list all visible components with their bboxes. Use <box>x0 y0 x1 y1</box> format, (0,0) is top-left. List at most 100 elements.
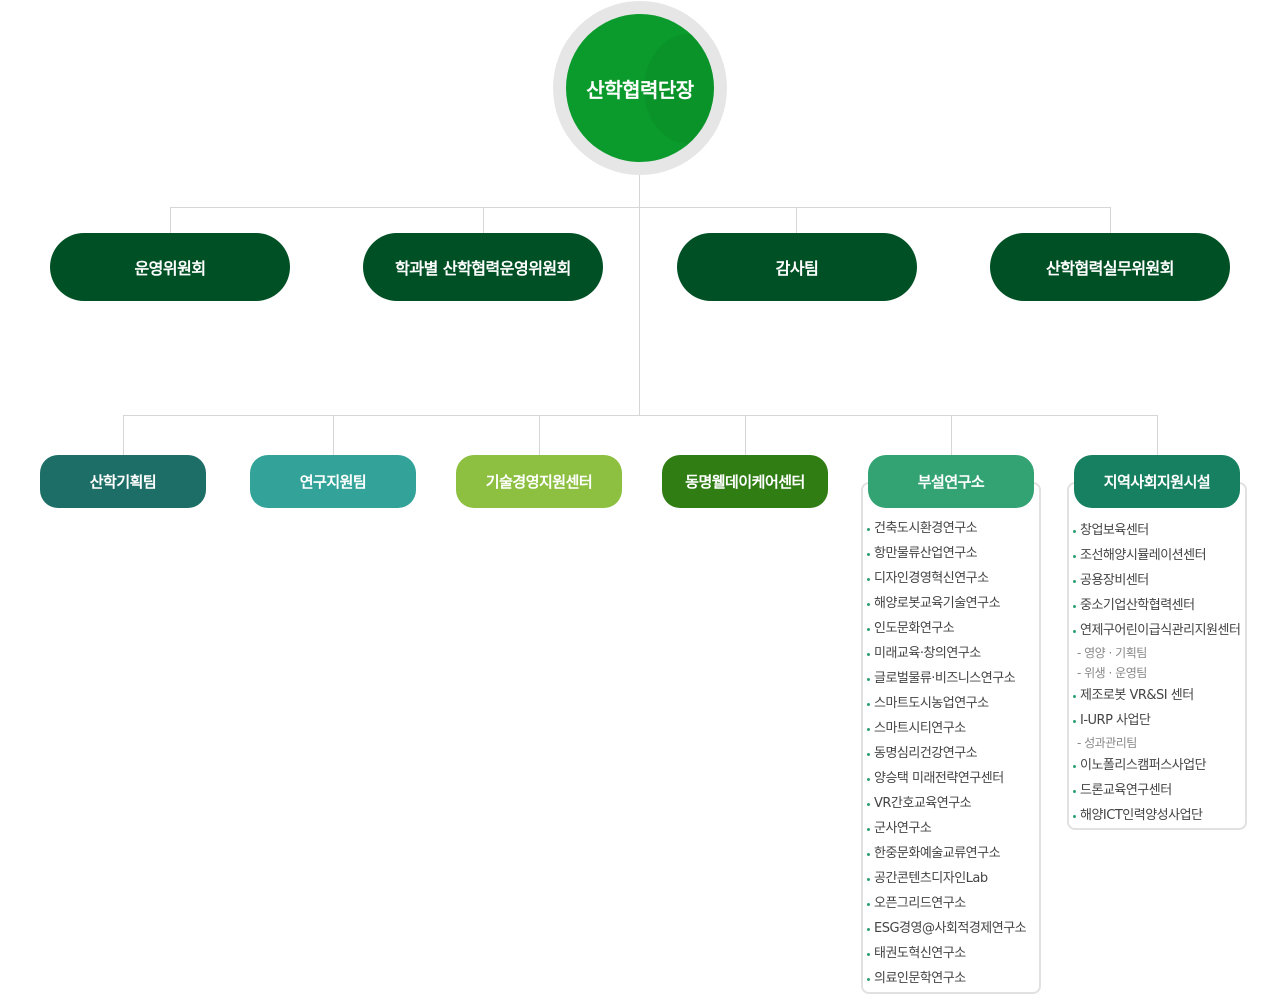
bullet-icon <box>867 678 870 681</box>
institute-label: 양승택 미래전략연구센터 <box>874 771 1004 786</box>
institute-label: 글로벌물류·비즈니스연구소 <box>874 671 1016 686</box>
institute-label: VR간호교육연구소 <box>874 796 972 811</box>
node-planning-team: 산학기획팀 <box>40 455 206 508</box>
institute-label: 건축도시환경연구소 <box>874 521 978 536</box>
facility-item: 이노폴리스캠퍼스사업단 <box>1069 753 1245 778</box>
bullet-icon <box>867 528 870 531</box>
bullet-icon <box>867 878 870 881</box>
institute-label: 항만물류산업연구소 <box>874 546 978 561</box>
institute-item: 스마트도시농업연구소 <box>863 691 1039 716</box>
bullet-icon <box>867 803 870 806</box>
institute-item: 오픈그리드연구소 <box>863 891 1039 916</box>
institute-label: 한중문화예술교류연구소 <box>874 846 1001 861</box>
connector-level1-drop-1 <box>170 207 171 234</box>
institute-item: ESG경영@사회적경제연구소 <box>863 916 1039 941</box>
bullet-icon <box>1073 790 1076 793</box>
institute-item: 군사연구소 <box>863 816 1039 841</box>
institute-label: 인도문화연구소 <box>874 621 955 636</box>
institutes-panel: 건축도시환경연구소항만물류산업연구소디자인경영혁신연구소해양로봇교육기술연구소인… <box>861 482 1041 994</box>
institute-item: 해양로봇교육기술연구소 <box>863 591 1039 616</box>
bullet-icon <box>867 903 870 906</box>
connector-level1-drop-2 <box>483 207 484 234</box>
bullet-icon <box>867 828 870 831</box>
institute-item: 태권도혁신연구소 <box>863 941 1039 966</box>
bullet-icon <box>1073 815 1076 818</box>
institute-item: 글로벌물류·비즈니스연구소 <box>863 666 1039 691</box>
facility-label: 공용장비센터 <box>1080 573 1149 588</box>
institute-label: 스마트도시농업연구소 <box>874 696 989 711</box>
facility-subitem: - 위생 · 운영팀 <box>1077 666 1147 680</box>
facility-item: 제조로봇 VR&SI 센터 <box>1069 683 1245 708</box>
institute-item: 디자인경영혁신연구소 <box>863 566 1039 591</box>
bullet-icon <box>1073 630 1076 633</box>
bullet-icon <box>867 578 870 581</box>
node-affiliated-institutes: 부설연구소 <box>868 455 1034 508</box>
node-research-support-team: 연구지원팀 <box>250 455 416 508</box>
facility-subitem: - 성과관리팀 <box>1077 736 1137 750</box>
institute-item: 인도문화연구소 <box>863 616 1039 641</box>
facilities-panel: 창업보육센터조선해양시뮬레이션센터공용장비센터중소기업산학협력센터연제구어린이급… <box>1067 482 1247 830</box>
institutes-list: 건축도시환경연구소항만물류산업연구소디자인경영혁신연구소해양로봇교육기술연구소인… <box>863 516 1039 991</box>
facility-label: 연제구어린이급식관리지원센터 <box>1080 623 1241 638</box>
connector-level2-drop-1 <box>123 415 124 455</box>
connector-level1-bar <box>170 207 1111 208</box>
facility-label: 제조로봇 VR&SI 센터 <box>1080 688 1194 703</box>
facility-item: 공용장비센터 <box>1069 568 1245 593</box>
committee-operation: 운영위원회 <box>50 233 290 301</box>
connector-level2-drop-2 <box>333 415 334 455</box>
facility-item: 중소기업산학협력센터 <box>1069 593 1245 618</box>
connector-level2-drop-5 <box>951 415 952 455</box>
institute-item: 건축도시환경연구소 <box>863 516 1039 541</box>
institute-label: 태권도혁신연구소 <box>874 946 966 961</box>
facility-label: I-URP 사업단 <box>1080 713 1151 728</box>
institute-item: 한중문화예술교류연구소 <box>863 841 1039 866</box>
institute-label: 스마트시티연구소 <box>874 721 966 736</box>
bullet-icon <box>867 953 870 956</box>
connector-level1-drop-4 <box>1110 207 1111 234</box>
bullet-icon <box>1073 765 1076 768</box>
bullet-icon <box>867 928 870 931</box>
facility-item: 조선해양시뮬레이션센터 <box>1069 543 1245 568</box>
institute-item: 공간콘텐츠디자인Lab <box>863 866 1039 891</box>
institute-label: 오픈그리드연구소 <box>874 896 966 911</box>
bullet-icon <box>1073 555 1076 558</box>
institute-item: 항만물류산업연구소 <box>863 541 1039 566</box>
facility-label: 해양ICT인력양성사업단 <box>1080 808 1203 823</box>
institute-item: 의료인문학연구소 <box>863 966 1039 991</box>
facility-label: 조선해양시뮬레이션센터 <box>1080 548 1207 563</box>
bullet-icon <box>867 728 870 731</box>
institute-label: 디자인경영혁신연구소 <box>874 571 989 586</box>
facility-label: 창업보육센터 <box>1080 523 1149 538</box>
institute-item: 동명심리건강연구소 <box>863 741 1039 766</box>
facility-item: 드론교육연구센터 <box>1069 778 1245 803</box>
bullet-icon <box>1073 720 1076 723</box>
facility-label: 드론교육연구센터 <box>1080 783 1172 798</box>
bullet-icon <box>867 628 870 631</box>
institute-label: 동명심리건강연구소 <box>874 746 978 761</box>
connector-level1-drop-3 <box>796 207 797 234</box>
facility-label: 이노폴리스캠퍼스사업단 <box>1080 758 1207 773</box>
facilities-list: 창업보육센터조선해양시뮬레이션센터공용장비센터중소기업산학협력센터연제구어린이급… <box>1069 518 1245 828</box>
connector-head-down <box>639 175 640 415</box>
bullet-icon <box>867 853 870 856</box>
audit-team: 감사팀 <box>677 233 917 301</box>
facility-item: I-URP 사업단 <box>1069 708 1245 733</box>
bullet-icon <box>867 603 870 606</box>
facility-label: 중소기업산학협력센터 <box>1080 598 1195 613</box>
node-daycare-center: 동명웰데이케어센터 <box>662 455 828 508</box>
institute-label: ESG경영@사회적경제연구소 <box>874 921 1027 936</box>
institute-label: 해양로봇교육기술연구소 <box>874 596 1001 611</box>
bullet-icon <box>867 778 870 781</box>
facility-subitem: - 영양 · 기획팀 <box>1077 646 1147 660</box>
node-tech-management-center: 기술경영지원센터 <box>456 455 622 508</box>
connector-level2-bar <box>123 415 1158 416</box>
head-node: 산학협력단장 <box>566 14 714 162</box>
node-community-facilities: 지역사회지원시설 <box>1074 455 1240 508</box>
institute-label: 군사연구소 <box>874 821 932 836</box>
bullet-icon <box>867 553 870 556</box>
committee-department: 학과별 산학협력운영위원회 <box>363 233 603 301</box>
institute-item: 미래교육·창의연구소 <box>863 641 1039 666</box>
connector-level2-drop-3 <box>539 415 540 455</box>
bullet-icon <box>1073 530 1076 533</box>
bullet-icon <box>867 978 870 981</box>
